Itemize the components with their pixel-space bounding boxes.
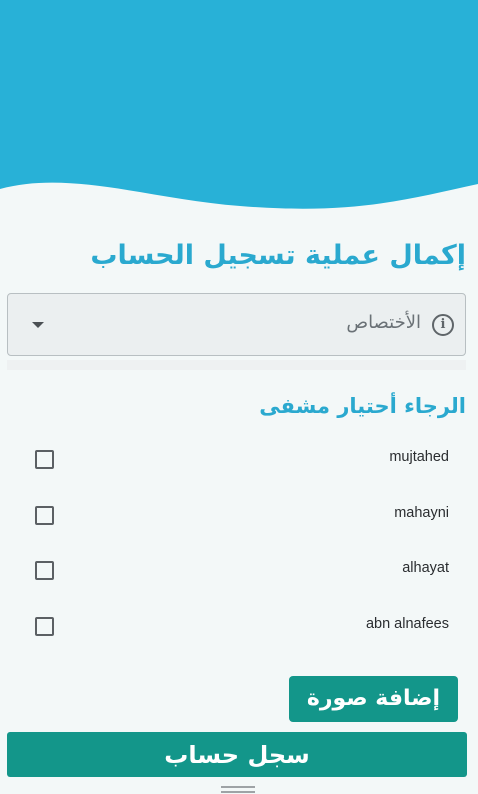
hospitals-heading: الرجاء أحتيار مشفى xyxy=(259,394,466,418)
checkbox[interactable] xyxy=(35,617,54,636)
hospital-option-mahayni[interactable]: mahayni xyxy=(0,496,478,536)
hospital-option-label: mahayni xyxy=(394,505,449,521)
checkbox[interactable] xyxy=(35,561,54,580)
page-title: إكمال عملية تسجيل الحساب xyxy=(90,240,466,271)
chevron-down-icon xyxy=(32,322,44,328)
hospital-option-label: abn alnafees xyxy=(365,616,449,632)
drag-handle-line xyxy=(221,786,255,788)
add-photo-button[interactable]: إضافة صورة xyxy=(289,676,458,722)
checkbox[interactable] xyxy=(35,506,54,525)
divider xyxy=(7,360,466,370)
hospital-option-alhayat[interactable]: alhayat xyxy=(0,551,478,591)
hospital-option-label: mujtahed xyxy=(389,449,449,465)
hospital-option-mujtahed[interactable]: mujtahed xyxy=(0,440,478,480)
register-button[interactable]: سجل حساب xyxy=(7,732,467,777)
hospital-option-label: alhayat xyxy=(402,560,449,576)
hospital-option-abn-alnafees[interactable]: abn alnafees xyxy=(0,607,478,647)
info-icon: i xyxy=(432,314,454,336)
specialty-select-value: الأختصاص xyxy=(346,312,421,333)
specialty-select[interactable]: i الأختصاص xyxy=(7,293,466,356)
drag-handle-line xyxy=(221,791,255,793)
checkbox[interactable] xyxy=(35,450,54,469)
header-wave xyxy=(0,0,478,209)
